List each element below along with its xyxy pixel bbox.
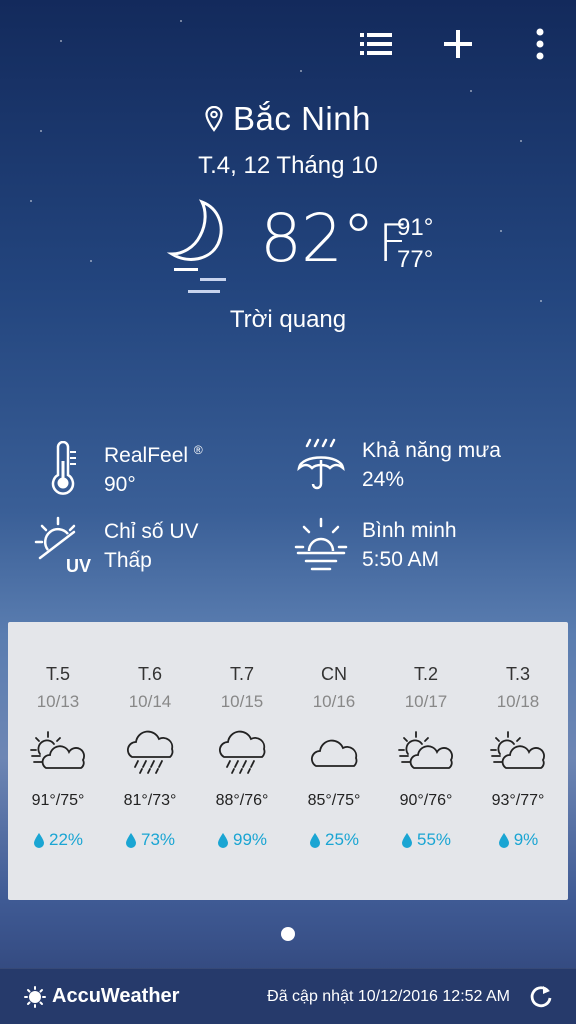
partly-cloudy-icon xyxy=(30,731,85,769)
raindrop-icon xyxy=(498,833,509,848)
forecast-date: 10/17 xyxy=(404,692,448,711)
location-name: Bắc Ninh xyxy=(233,100,371,137)
sunrise-label: Bình minh xyxy=(362,519,457,542)
location-header[interactable]: Bắc Ninh xyxy=(0,100,576,138)
sunrise-value: 5:50 AM xyxy=(362,548,440,571)
forecast-day-name: T.2 xyxy=(413,664,438,684)
uv-index-label: Chỉ số UV xyxy=(104,520,199,543)
forecast-day[interactable]: T.2 10/17 90°/76° 55% xyxy=(383,664,469,900)
footer-bar: AccuWeather Đã cập nhật 10/12/2016 12:52… xyxy=(0,968,576,1024)
raindrop-icon xyxy=(309,833,320,848)
forecast-date: 10/15 xyxy=(220,692,264,711)
location-pin-icon xyxy=(205,106,223,132)
raindrop-icon xyxy=(125,833,136,848)
list-icon[interactable] xyxy=(358,26,394,62)
forecast-day[interactable]: T.6 10/14 81°/73° 73% xyxy=(107,664,193,900)
forecast-date: 10/18 xyxy=(496,692,540,711)
more-options-button[interactable] xyxy=(522,26,558,62)
rain-chance-detail: Khả năng mưa 24% xyxy=(286,436,501,494)
forecast-temps: 90°/76° xyxy=(399,792,453,809)
rain-chance-value: 24% xyxy=(362,468,405,491)
forecast-day-name: T.7 xyxy=(229,664,254,684)
refresh-icon xyxy=(530,985,552,1007)
forecast-precip: 9% xyxy=(513,830,539,849)
forecast-date: 10/16 xyxy=(312,692,356,711)
raindrop-icon xyxy=(217,833,228,848)
uv-index-icon: UV xyxy=(34,516,91,576)
forecast-temps: 81°/73° xyxy=(123,792,177,809)
refresh-button[interactable] xyxy=(526,982,556,1012)
page-indicator-dot[interactable] xyxy=(281,927,295,941)
thermometer-icon xyxy=(51,440,76,495)
last-updated-text: Đã cập nhật 10/12/2016 12:52 AM xyxy=(267,987,510,1005)
cloud-icon xyxy=(310,739,358,767)
raindrop-icon xyxy=(401,833,412,848)
forecast-precip: 25% xyxy=(324,830,360,849)
raindrop-icon xyxy=(33,833,44,848)
uv-index-detail: UV Chỉ số UV Thấp xyxy=(28,516,199,576)
high-low-temperature: 91° 77° xyxy=(397,212,433,276)
forecast-precip: 22% xyxy=(48,830,84,849)
rain-icon xyxy=(218,730,266,774)
top-toolbar xyxy=(358,26,558,62)
partly-cloudy-icon xyxy=(490,731,545,769)
umbrella-rain-icon xyxy=(297,438,345,490)
forecast-temps: 91°/75° xyxy=(31,792,85,809)
realfeel-label: RealFeel xyxy=(104,444,189,467)
forecast-day[interactable]: T.3 10/18 93°/77° 9% xyxy=(475,664,561,900)
forecast-date: 10/14 xyxy=(128,692,172,711)
forecast-day[interactable]: T.7 10/15 88°/76° 99% xyxy=(199,664,285,900)
rain-chance-label: Khả năng mưa xyxy=(362,439,501,462)
forecast-day[interactable]: CN 10/16 85°/75° 25% xyxy=(291,664,377,900)
moon-clear-night-icon xyxy=(166,199,226,293)
forecast-day-name: T.5 xyxy=(45,664,70,684)
partly-cloudy-icon xyxy=(398,731,453,769)
current-temperature: 82°F xyxy=(260,200,408,277)
sunrise-icon xyxy=(294,517,348,571)
forecast-temps: 85°/75° xyxy=(307,792,361,809)
forecast-temps: 93°/77° xyxy=(491,792,545,809)
forecast-day-name: T.3 xyxy=(505,664,530,684)
weather-condition: Trời quang xyxy=(229,306,347,333)
svg-text:UV: UV xyxy=(66,556,91,576)
current-date: T.4, 12 Tháng 10 xyxy=(198,152,378,179)
sun-logo-icon xyxy=(24,985,46,1008)
forecast-day-name: T.6 xyxy=(137,664,162,684)
current-conditions: 82°F 91° 77° xyxy=(160,198,460,308)
rain-icon xyxy=(126,730,174,774)
low-temp: 77° xyxy=(397,246,434,273)
forecast-precip: 73% xyxy=(140,830,176,849)
high-temp: 91° xyxy=(397,214,434,241)
accuweather-logo[interactable]: AccuWeather xyxy=(24,985,179,1008)
realfeel-value: 90° xyxy=(104,473,136,496)
more-vert-icon xyxy=(536,28,544,60)
add-location-button[interactable] xyxy=(440,26,476,62)
sunrise-detail: Bình minh 5:50 AM xyxy=(286,516,457,574)
daily-forecast-panel: T.5 10/13 91°/75° 22% T.6 10/14 81°/73° … xyxy=(8,622,568,900)
uv-index-value: Thấp xyxy=(104,549,152,572)
forecast-day[interactable]: T.5 10/13 91°/75° 22% xyxy=(15,664,101,900)
forecast-date: 10/13 xyxy=(36,692,80,711)
forecast-day-name: CN xyxy=(321,664,347,684)
forecast-temps: 88°/76° xyxy=(215,792,269,809)
plus-icon xyxy=(444,30,472,58)
brand-name: AccuWeather xyxy=(52,985,180,1007)
forecast-precip: 99% xyxy=(232,830,268,849)
realfeel-detail: RealFeel ® 90° xyxy=(28,436,203,499)
forecast-precip: 55% xyxy=(416,830,452,849)
